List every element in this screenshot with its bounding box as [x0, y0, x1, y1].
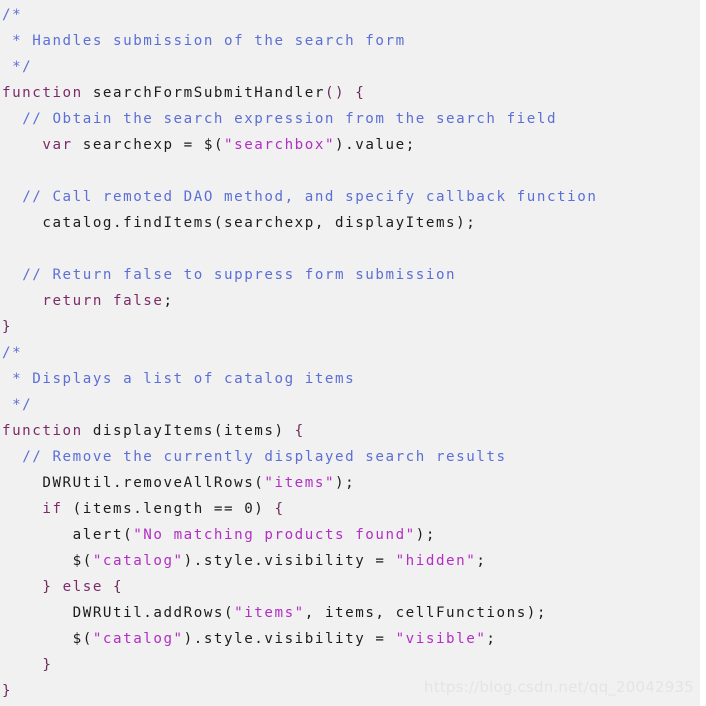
code-line: DWRUtil.addRows("items", items, cellFunc…	[0, 600, 700, 626]
code-line: $("catalog").style.visibility = "visible…	[0, 626, 700, 652]
code-token-cmt: // Remove the currently displayed search…	[22, 449, 507, 465]
code-token-pln	[2, 267, 22, 283]
code-token-kw: function	[2, 423, 83, 439]
code-token-cmt: /*	[2, 7, 23, 23]
code-line: // Obtain the search expression from the…	[0, 106, 700, 132]
code-token-pun: }	[2, 683, 13, 699]
code-token-pun: {	[294, 423, 305, 439]
code-line: * Handles submission of the search form	[0, 28, 700, 54]
code-token-str: "No matching products found"	[133, 527, 416, 543]
code-token-cmt: */	[2, 59, 33, 75]
code-line: var searchexp = $("searchbox").value;	[0, 132, 700, 158]
code-token-str: "catalog"	[92, 631, 184, 647]
code-token-cmt: // Return false to suppress form submiss…	[22, 267, 457, 283]
code-token-pln	[2, 501, 42, 517]
code-line: DWRUtil.removeAllRows("items");	[0, 470, 700, 496]
code-token-str: "items"	[234, 605, 305, 621]
code-block[interactable]: /* * Handles submission of the search fo…	[0, 2, 700, 704]
code-token-pln: ;	[163, 293, 174, 309]
right-margin-strip	[700, 0, 706, 706]
code-token-str: "searchbox"	[224, 137, 336, 153]
code-line: return false;	[0, 288, 700, 314]
code-token-pln	[2, 449, 22, 465]
code-token-pln: $(	[2, 553, 93, 569]
watermark-text: https://blog.csdn.net/qq_20042935	[424, 678, 694, 696]
code-line: ​	[0, 158, 700, 184]
code-token-pun: }	[2, 657, 53, 673]
code-token-pln: ).style.visibility =	[183, 553, 396, 569]
code-token-pln: DWRUtil.addRows(	[2, 605, 235, 621]
code-token-pln: $(	[2, 631, 93, 647]
code-token-pln: (items.length == 0)	[62, 501, 275, 517]
code-token-pln	[2, 111, 22, 127]
code-token-pln: searchFormSubmitHandler	[82, 85, 325, 101]
code-line: ​	[0, 236, 700, 262]
code-line: // Return false to suppress form submiss…	[0, 262, 700, 288]
code-token-str: "items"	[264, 475, 336, 491]
code-token-cmt: * Handles submission of the search form	[2, 33, 406, 49]
code-line: /*	[0, 2, 700, 28]
code-token-pln: ;	[476, 553, 487, 569]
code-snippet-surface: /* * Handles submission of the search fo…	[0, 0, 700, 706]
code-token-pln: ).value;	[335, 137, 416, 153]
code-token-cmt: */	[2, 397, 33, 413]
code-token-pun: {	[274, 501, 285, 517]
code-token-pun: }	[2, 319, 13, 335]
code-line: // Remove the currently displayed search…	[0, 444, 700, 470]
code-line: function searchFormSubmitHandler() {	[0, 80, 700, 106]
code-token-pln: displayItems(items)	[82, 423, 295, 439]
code-token-cmt: /*	[2, 345, 23, 361]
code-line: alert("No matching products found");	[0, 522, 700, 548]
code-token-cmt: // Call remoted DAO method, and specify …	[22, 189, 598, 205]
code-token-cmt: * Displays a list of catalog items	[2, 371, 356, 387]
code-token-str: "hidden"	[395, 553, 477, 569]
code-token-kw: var	[42, 137, 73, 153]
code-line: // Call remoted DAO method, and specify …	[0, 184, 700, 210]
code-line: } else {	[0, 574, 700, 600]
code-token-pln: );	[335, 475, 356, 491]
code-token-cmt: // Obtain the search expression from the…	[22, 111, 558, 127]
code-token-str: "visible"	[395, 631, 487, 647]
code-line: if (items.length == 0) {	[0, 496, 700, 522]
code-token-kw: else	[62, 579, 103, 595]
code-token-pln	[2, 189, 22, 205]
code-line: */	[0, 392, 700, 418]
code-token-pln: ).style.visibility =	[183, 631, 396, 647]
code-line: * Displays a list of catalog items	[0, 366, 700, 392]
code-line: catalog.findItems(searchexp, displayItem…	[0, 210, 700, 236]
code-line: }	[0, 652, 700, 678]
code-line: $("catalog").style.visibility = "hidden"…	[0, 548, 700, 574]
code-token-pun: () {	[324, 85, 366, 101]
code-token-pln: catalog.findItems(searchexp, displayItem…	[2, 215, 477, 231]
code-token-kw: if	[42, 501, 63, 517]
code-token-pln	[2, 293, 42, 309]
code-line: function displayItems(items) {	[0, 418, 700, 444]
code-token-pln: );	[415, 527, 436, 543]
code-line: }	[0, 314, 700, 340]
code-token-pln	[2, 137, 42, 153]
code-token-pln: , items, cellFunctions);	[304, 605, 547, 621]
code-token-pln: ;	[486, 631, 497, 647]
code-token-pln: DWRUtil.removeAllRows(	[2, 475, 265, 491]
code-token-pun: {	[102, 579, 124, 595]
code-token-str: "catalog"	[92, 553, 184, 569]
code-line: /*	[0, 340, 700, 366]
code-token-pln: alert(	[2, 527, 134, 543]
code-token-kw: return false	[42, 293, 164, 309]
code-line: */	[0, 54, 700, 80]
code-token-kw: function	[2, 85, 83, 101]
code-token-pun: }	[2, 579, 63, 595]
code-token-pln: searchexp = $(	[72, 137, 225, 153]
